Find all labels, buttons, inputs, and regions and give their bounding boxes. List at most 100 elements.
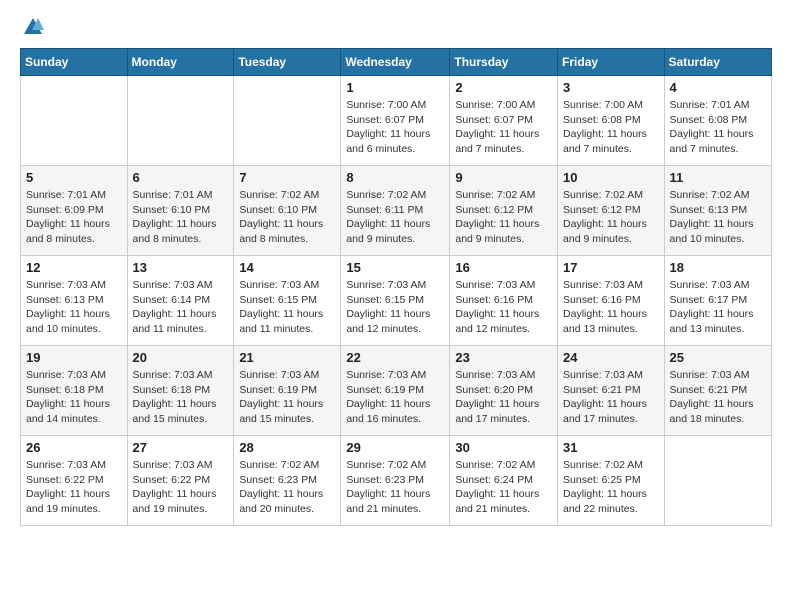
calendar-cell: 31 Sunrise: 7:02 AM Sunset: 6:25 PM Dayli… (558, 436, 665, 526)
day-info: Sunrise: 7:03 AM Sunset: 6:15 PM Dayligh… (346, 278, 444, 337)
calendar-cell: 1 Sunrise: 7:00 AM Sunset: 6:07 PM Daylig… (341, 76, 450, 166)
day-number: 24 (563, 350, 659, 365)
day-info: Sunrise: 7:03 AM Sunset: 6:14 PM Dayligh… (133, 278, 229, 337)
calendar-cell: 26 Sunrise: 7:03 AM Sunset: 6:22 PM Dayli… (21, 436, 128, 526)
day-info: Sunrise: 7:02 AM Sunset: 6:24 PM Dayligh… (455, 458, 552, 517)
day-info: Sunrise: 7:03 AM Sunset: 6:17 PM Dayligh… (670, 278, 766, 337)
day-info: Sunrise: 7:03 AM Sunset: 6:19 PM Dayligh… (346, 368, 444, 427)
calendar-cell: 24 Sunrise: 7:03 AM Sunset: 6:21 PM Dayli… (558, 346, 665, 436)
day-number: 28 (239, 440, 335, 455)
day-info: Sunrise: 7:03 AM Sunset: 6:16 PM Dayligh… (455, 278, 552, 337)
day-number: 1 (346, 80, 444, 95)
day-number: 13 (133, 260, 229, 275)
day-info: Sunrise: 7:01 AM Sunset: 6:10 PM Dayligh… (133, 188, 229, 247)
day-info: Sunrise: 7:03 AM Sunset: 6:18 PM Dayligh… (26, 368, 122, 427)
day-number: 18 (670, 260, 766, 275)
day-number: 14 (239, 260, 335, 275)
calendar-header: SundayMondayTuesdayWednesdayThursdayFrid… (21, 49, 772, 76)
day-number: 8 (346, 170, 444, 185)
day-info: Sunrise: 7:03 AM Sunset: 6:15 PM Dayligh… (239, 278, 335, 337)
weekday-header: Tuesday (234, 49, 341, 76)
day-info: Sunrise: 7:00 AM Sunset: 6:07 PM Dayligh… (346, 98, 444, 157)
day-number: 9 (455, 170, 552, 185)
calendar-cell: 5 Sunrise: 7:01 AM Sunset: 6:09 PM Daylig… (21, 166, 128, 256)
day-number: 26 (26, 440, 122, 455)
calendar-week-row: 5 Sunrise: 7:01 AM Sunset: 6:09 PM Daylig… (21, 166, 772, 256)
day-number: 20 (133, 350, 229, 365)
calendar-week-row: 19 Sunrise: 7:03 AM Sunset: 6:18 PM Dayli… (21, 346, 772, 436)
day-number: 23 (455, 350, 552, 365)
day-number: 5 (26, 170, 122, 185)
calendar-week-row: 1 Sunrise: 7:00 AM Sunset: 6:07 PM Daylig… (21, 76, 772, 166)
day-info: Sunrise: 7:02 AM Sunset: 6:23 PM Dayligh… (346, 458, 444, 517)
day-info: Sunrise: 7:02 AM Sunset: 6:10 PM Dayligh… (239, 188, 335, 247)
calendar-cell: 25 Sunrise: 7:03 AM Sunset: 6:21 PM Dayli… (664, 346, 771, 436)
weekday-header: Friday (558, 49, 665, 76)
calendar-cell: 27 Sunrise: 7:03 AM Sunset: 6:22 PM Dayli… (127, 436, 234, 526)
calendar-cell: 13 Sunrise: 7:03 AM Sunset: 6:14 PM Dayli… (127, 256, 234, 346)
calendar-cell: 29Sunrise: 7:02 AM Sunset: 6:23 PM Dayli… (341, 436, 450, 526)
day-number: 17 (563, 260, 659, 275)
day-info: Sunrise: 7:03 AM Sunset: 6:22 PM Dayligh… (26, 458, 122, 517)
day-number: 31 (563, 440, 659, 455)
calendar-cell: 11 Sunrise: 7:02 AM Sunset: 6:13 PM Dayli… (664, 166, 771, 256)
calendar-cell: 8 Sunrise: 7:02 AM Sunset: 6:11 PM Daylig… (341, 166, 450, 256)
day-info: Sunrise: 7:03 AM Sunset: 6:16 PM Dayligh… (563, 278, 659, 337)
calendar-week-row: 12Sunrise: 7:03 AM Sunset: 6:13 PM Dayli… (21, 256, 772, 346)
calendar-cell: 14 Sunrise: 7:03 AM Sunset: 6:15 PM Dayli… (234, 256, 341, 346)
day-number: 3 (563, 80, 659, 95)
day-number: 10 (563, 170, 659, 185)
day-info: Sunrise: 7:03 AM Sunset: 6:19 PM Dayligh… (239, 368, 335, 427)
calendar-cell: 19 Sunrise: 7:03 AM Sunset: 6:18 PM Dayli… (21, 346, 128, 436)
calendar-cell: 20 Sunrise: 7:03 AM Sunset: 6:18 PM Dayli… (127, 346, 234, 436)
day-info: Sunrise: 7:02 AM Sunset: 6:13 PM Dayligh… (670, 188, 766, 247)
day-info: Sunrise: 7:02 AM Sunset: 6:25 PM Dayligh… (563, 458, 659, 517)
weekday-header: Saturday (664, 49, 771, 76)
page-header (20, 16, 772, 38)
weekday-header: Thursday (450, 49, 558, 76)
day-info: Sunrise: 7:03 AM Sunset: 6:20 PM Dayligh… (455, 368, 552, 427)
day-number: 16 (455, 260, 552, 275)
calendar-cell: 15 Sunrise: 7:03 AM Sunset: 6:15 PM Dayli… (341, 256, 450, 346)
day-number: 15 (346, 260, 444, 275)
day-info: Sunrise: 7:03 AM Sunset: 6:21 PM Dayligh… (563, 368, 659, 427)
calendar-cell: 16 Sunrise: 7:03 AM Sunset: 6:16 PM Dayli… (450, 256, 558, 346)
day-info: Sunrise: 7:03 AM Sunset: 6:13 PM Dayligh… (26, 278, 122, 337)
calendar-cell: 10 Sunrise: 7:02 AM Sunset: 6:12 PM Dayli… (558, 166, 665, 256)
day-info: Sunrise: 7:02 AM Sunset: 6:12 PM Dayligh… (455, 188, 552, 247)
day-number: 27 (133, 440, 229, 455)
calendar-cell: 18 Sunrise: 7:03 AM Sunset: 6:17 PM Dayli… (664, 256, 771, 346)
calendar-cell: 30 Sunrise: 7:02 AM Sunset: 6:24 PM Dayli… (450, 436, 558, 526)
calendar-cell: 12Sunrise: 7:03 AM Sunset: 6:13 PM Dayli… (21, 256, 128, 346)
day-number: 7 (239, 170, 335, 185)
day-info: Sunrise: 7:03 AM Sunset: 6:22 PM Dayligh… (133, 458, 229, 517)
day-info: Sunrise: 7:03 AM Sunset: 6:18 PM Dayligh… (133, 368, 229, 427)
calendar-cell: 28 Sunrise: 7:02 AM Sunset: 6:23 PM Dayli… (234, 436, 341, 526)
day-number: 22 (346, 350, 444, 365)
day-number: 2 (455, 80, 552, 95)
day-info: Sunrise: 7:01 AM Sunset: 6:09 PM Dayligh… (26, 188, 122, 247)
day-number: 4 (670, 80, 766, 95)
weekday-header: Wednesday (341, 49, 450, 76)
day-number: 25 (670, 350, 766, 365)
day-number: 6 (133, 170, 229, 185)
day-number: 11 (670, 170, 766, 185)
calendar-cell: 3Sunrise: 7:00 AM Sunset: 6:08 PM Daylig… (558, 76, 665, 166)
day-info: Sunrise: 7:01 AM Sunset: 6:08 PM Dayligh… (670, 98, 766, 157)
day-number: 19 (26, 350, 122, 365)
weekday-header: Monday (127, 49, 234, 76)
calendar-cell: 2Sunrise: 7:00 AM Sunset: 6:07 PM Daylig… (450, 76, 558, 166)
logo-icon (22, 16, 44, 38)
day-number: 30 (455, 440, 552, 455)
calendar-cell (21, 76, 128, 166)
day-info: Sunrise: 7:02 AM Sunset: 6:23 PM Dayligh… (239, 458, 335, 517)
calendar-cell (127, 76, 234, 166)
day-info: Sunrise: 7:02 AM Sunset: 6:12 PM Dayligh… (563, 188, 659, 247)
day-info: Sunrise: 7:03 AM Sunset: 6:21 PM Dayligh… (670, 368, 766, 427)
calendar-table: SundayMondayTuesdayWednesdayThursdayFrid… (20, 48, 772, 526)
calendar-cell: 9 Sunrise: 7:02 AM Sunset: 6:12 PM Daylig… (450, 166, 558, 256)
calendar-week-row: 26 Sunrise: 7:03 AM Sunset: 6:22 PM Dayli… (21, 436, 772, 526)
day-info: Sunrise: 7:02 AM Sunset: 6:11 PM Dayligh… (346, 188, 444, 247)
calendar-cell: 6 Sunrise: 7:01 AM Sunset: 6:10 PM Daylig… (127, 166, 234, 256)
weekday-header: Sunday (21, 49, 128, 76)
